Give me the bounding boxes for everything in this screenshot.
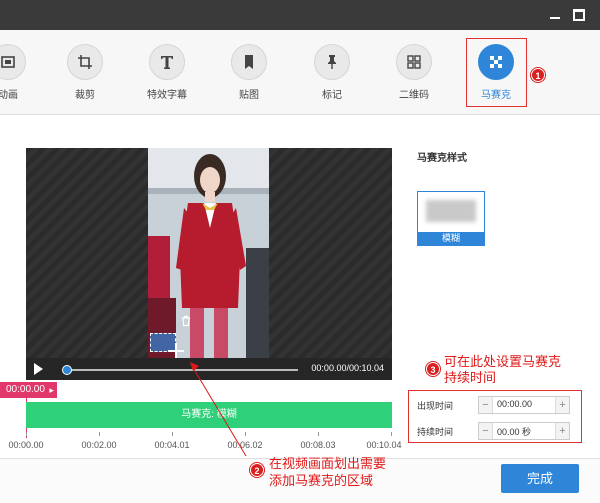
annotation-badge-2: 2 [250, 463, 264, 477]
player-controls: 00:00.00/00:10.04 [26, 358, 392, 380]
tool-text-effect[interactable]: 特效字幕 [137, 44, 197, 101]
duration-label: 持续时间 [417, 427, 454, 437]
duration-stepper[interactable]: − 00.00 秒 + [478, 422, 570, 440]
play-icon[interactable] [34, 363, 43, 375]
increment-button[interactable]: + [555, 397, 569, 413]
settings-box: 出现时间 − 00:00.00 + 持续时间 − 00.00 秒 + [408, 390, 582, 443]
video-frame-image [148, 148, 269, 358]
maximize-icon[interactable] [573, 9, 585, 21]
ruler-label: 00:06.02 [227, 440, 263, 450]
ruler-tick [245, 432, 246, 436]
tool-label: 裁剪 [75, 90, 95, 101]
annotation-badge-1: 1 [531, 68, 545, 82]
ruler-label: 00:00.00 [8, 440, 44, 450]
annotation-badge-3: 3 [426, 362, 440, 376]
tool-mark[interactable]: 标记 [302, 44, 362, 101]
appear-time-stepper[interactable]: − 00:00.00 + [478, 396, 570, 414]
tool-animation[interactable]: 动画 [0, 44, 38, 101]
timeline-ruler[interactable]: 00:00.00 00:02.00 00:04.01 00:06.02 00:0… [8, 432, 402, 456]
ruler-tick [391, 432, 392, 436]
animation-icon [0, 44, 26, 80]
progress-handle[interactable] [62, 365, 72, 375]
appear-time-value[interactable]: 00:00.00 [497, 399, 532, 409]
decrement-button[interactable]: − [479, 423, 493, 439]
title-bar [0, 0, 600, 30]
crosshair-cursor-icon [168, 343, 184, 359]
delete-icon[interactable] [180, 315, 192, 327]
ruler-tick [318, 432, 319, 436]
player-time: 00:00.00/00:10.04 [311, 363, 384, 373]
crop-icon [67, 44, 103, 80]
finish-button[interactable]: 完成 [501, 464, 579, 493]
tool-qr-code[interactable]: 二维码 [384, 44, 444, 101]
annotation-text-2-line2: 添加马赛克的区域 [269, 473, 374, 488]
annotation-text-3-line1: 可在此处设置马赛克 [444, 354, 562, 369]
tool-label: 特效字幕 [147, 90, 187, 101]
ruler-label: 00:02.00 [81, 440, 117, 450]
duration-value[interactable]: 00.00 秒 [497, 425, 531, 438]
decrement-button[interactable]: − [479, 397, 493, 413]
video-frame[interactable] [148, 148, 269, 358]
ruler-label: 00:08.03 [300, 440, 336, 450]
current-time-tag[interactable]: 00:00.00 [0, 382, 57, 398]
appear-time-label: 出现时间 [417, 401, 454, 411]
annotation-text-2-line1: 在视频画面划出需要 [269, 456, 387, 471]
tool-sticker[interactable]: 贴图 [219, 44, 279, 101]
text-icon [149, 44, 185, 80]
ruler-tick [99, 432, 100, 436]
tool-label: 动画 [0, 90, 18, 101]
ruler-label: 00:04.01 [154, 440, 190, 450]
style-option-blur[interactable]: 模糊 [417, 191, 485, 246]
ruler-tick [26, 432, 27, 436]
pin-icon [314, 44, 350, 80]
qr-code-icon [396, 44, 432, 80]
tool-label: 贴图 [239, 90, 259, 101]
tool-crop[interactable]: 裁剪 [55, 44, 115, 101]
mosaic-highlight-box [466, 38, 527, 107]
tool-label: 标记 [322, 90, 342, 101]
ruler-tick [172, 432, 173, 436]
mosaic-track[interactable]: 马赛克: 模糊 [26, 402, 392, 428]
bookmark-icon [231, 44, 267, 80]
duration-row: 持续时间 − 00.00 秒 + [417, 422, 577, 440]
increment-button[interactable]: + [555, 423, 569, 439]
appear-time-row: 出现时间 − 00:00.00 + [417, 396, 577, 414]
blur-preview [426, 200, 476, 222]
ruler-label: 00:10.04 [366, 440, 402, 450]
minimize-icon[interactable] [549, 9, 561, 21]
mosaic-style-title: 马赛克样式 [417, 153, 467, 164]
tool-label: 二维码 [399, 90, 429, 101]
annotation-text-3-line2: 持续时间 [444, 370, 497, 385]
progress-bar[interactable] [66, 369, 298, 371]
style-option-label: 模糊 [418, 232, 484, 245]
